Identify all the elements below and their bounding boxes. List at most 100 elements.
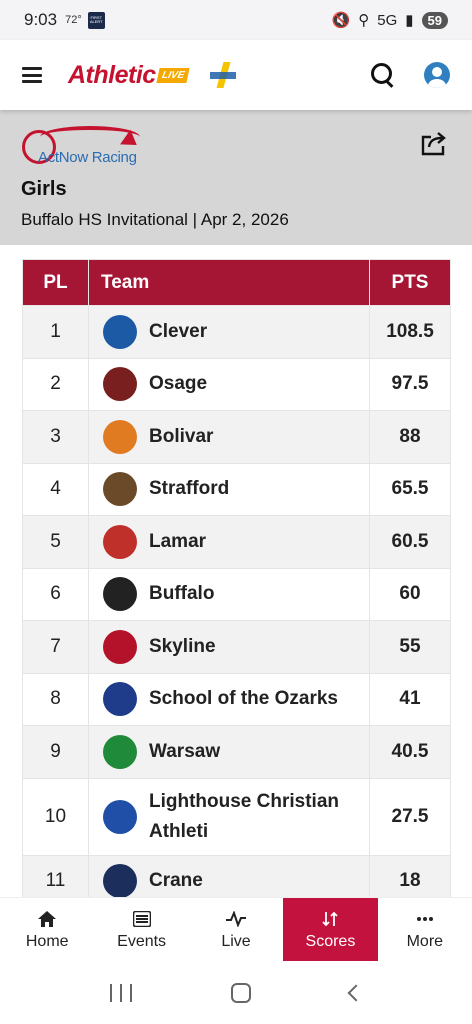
place-cell: 7 xyxy=(22,620,89,674)
column-header-team[interactable]: Team xyxy=(88,259,370,306)
event-banner: ActNow Racing Girls Buffalo HS Invitatio… xyxy=(0,110,472,245)
points-cell: 40.5 xyxy=(369,725,451,779)
table-row[interactable]: 5 Lamar 60.5 xyxy=(22,515,451,569)
team-name[interactable]: Lamar xyxy=(149,527,206,557)
team-cell[interactable]: Lamar xyxy=(88,515,370,569)
place-cell: 3 xyxy=(22,410,89,464)
points-cell: 41 xyxy=(369,672,451,726)
points-cell: 27.5 xyxy=(369,777,451,856)
nav-more[interactable]: More xyxy=(378,898,472,961)
status-bar: 9:03 72° FIRST ALERT 🔇 ⚲ 5G ▮ 59 xyxy=(0,0,472,40)
team-cell[interactable]: School of the Ozarks xyxy=(88,672,370,726)
team-logo-icon xyxy=(103,367,137,402)
team-cell[interactable]: Crane xyxy=(88,854,370,897)
points-cell: 108.5 xyxy=(369,305,451,359)
status-temperature: 72° xyxy=(65,14,82,26)
team-cell[interactable]: Clever xyxy=(88,305,370,359)
points-cell: 65.5 xyxy=(369,462,451,516)
nav-events[interactable]: Events xyxy=(94,898,188,961)
team-name[interactable]: Bolivar xyxy=(149,422,213,452)
athletic-live-logo[interactable]: Athletic LIVE xyxy=(68,55,190,95)
logo-live-badge: LIVE xyxy=(156,67,190,83)
team-name[interactable]: Osage xyxy=(149,369,207,399)
table-row[interactable]: 4 Strafford 65.5 xyxy=(22,462,451,516)
table-row[interactable]: 10 Lighthouse Christian Athleti 27.5 xyxy=(22,777,451,856)
team-name[interactable]: Buffalo xyxy=(149,579,214,609)
first-alert-icon: FIRST ALERT xyxy=(87,11,105,29)
home-button-icon[interactable] xyxy=(230,982,251,1003)
pulse-icon xyxy=(225,909,247,929)
sort-icon xyxy=(321,909,339,929)
team-logo-icon xyxy=(103,419,137,454)
points-cell: 88 xyxy=(369,410,451,464)
mute-icon: 🔇 xyxy=(331,12,351,29)
back-icon[interactable] xyxy=(347,984,365,1001)
status-time: 9:03 xyxy=(24,10,58,29)
team-logo-icon xyxy=(103,629,137,664)
team-logo-icon xyxy=(103,734,137,769)
account-icon[interactable] xyxy=(424,62,450,88)
team-cell[interactable]: Warsaw xyxy=(88,725,370,779)
team-logo-icon xyxy=(103,799,137,834)
team-name[interactable]: Lighthouse Christian Athleti xyxy=(149,787,369,847)
table-row[interactable]: 1 Clever 108.5 xyxy=(22,305,451,359)
place-cell: 2 xyxy=(22,357,89,411)
team-name[interactable]: Clever xyxy=(149,317,207,347)
share-icon[interactable] xyxy=(420,130,448,156)
nav-more-label: More xyxy=(406,932,444,950)
nav-live[interactable]: Live xyxy=(189,898,283,961)
points-cell: 18 xyxy=(369,854,451,897)
team-logo-icon xyxy=(103,524,137,559)
sponsor-logo[interactable]: ActNow Racing xyxy=(20,124,160,174)
more-dots-icon xyxy=(416,909,434,929)
status-indicators: 🔇 ⚲ 5G ▮ 59 xyxy=(332,11,448,29)
table-row[interactable]: 8 School of the Ozarks 41 xyxy=(22,672,451,726)
table-row[interactable]: 3 Bolivar 88 xyxy=(22,410,451,464)
nav-scores[interactable]: Scores xyxy=(283,898,378,961)
place-cell: 4 xyxy=(22,462,89,516)
team-name[interactable]: Skyline xyxy=(149,632,216,662)
table-row[interactable]: 2 Osage 97.5 xyxy=(22,357,451,411)
team-name[interactable]: Strafford xyxy=(149,474,229,504)
menu-icon[interactable] xyxy=(22,67,42,83)
results-table: PL Team PTS 1 Clever 108.5 2 Osage 97.5 3 Boliv… xyxy=(22,259,451,897)
points-cell: 97.5 xyxy=(369,357,451,411)
team-name[interactable]: Warsaw xyxy=(149,737,220,767)
team-name[interactable]: Crane xyxy=(149,866,203,896)
location-icon: ⚲ xyxy=(358,12,370,29)
column-header-place[interactable]: PL xyxy=(22,259,89,306)
team-cell[interactable]: Lighthouse Christian Athleti xyxy=(88,777,370,856)
home-icon xyxy=(37,909,57,929)
table-row[interactable]: 11 Crane 18 xyxy=(22,854,451,897)
table-row[interactable]: 7 Skyline 55 xyxy=(22,620,451,674)
signal-icon: ▮ xyxy=(405,12,414,29)
plus-logo-icon[interactable] xyxy=(209,62,236,88)
table-row[interactable]: 9 Warsaw 40.5 xyxy=(22,725,451,779)
team-cell[interactable]: Strafford xyxy=(88,462,370,516)
nav-scores-label: Scores xyxy=(305,932,356,950)
table-row[interactable]: 6 Buffalo 60 xyxy=(22,567,451,621)
column-header-points[interactable]: PTS xyxy=(369,259,451,306)
team-cell[interactable]: Skyline xyxy=(88,620,370,674)
sponsor-name: ActNow Racing xyxy=(38,149,137,166)
place-cell: 6 xyxy=(22,567,89,621)
team-cell[interactable]: Osage xyxy=(88,357,370,411)
system-navigation xyxy=(0,961,472,1024)
results-table-container[interactable]: PL Team PTS 1 Clever 108.5 2 Osage 97.5 3 Boliv… xyxy=(22,259,451,897)
logo-text: Athletic xyxy=(68,60,156,89)
nav-home[interactable]: Home xyxy=(0,898,94,961)
team-logo-icon xyxy=(103,864,137,897)
table-header-row: PL Team PTS xyxy=(22,259,451,306)
place-cell: 11 xyxy=(22,854,89,897)
team-cell[interactable]: Bolivar xyxy=(88,410,370,464)
gender-title: Girls xyxy=(21,178,67,200)
place-cell: 1 xyxy=(22,305,89,359)
place-cell: 9 xyxy=(22,725,89,779)
team-name[interactable]: School of the Ozarks xyxy=(149,684,338,714)
meet-info: Buffalo HS Invitational | Apr 2, 2026 xyxy=(21,210,289,229)
list-icon xyxy=(132,909,151,929)
points-cell: 55 xyxy=(369,620,451,674)
team-cell[interactable]: Buffalo xyxy=(88,567,370,621)
recent-apps-icon[interactable] xyxy=(109,983,132,1002)
search-icon[interactable] xyxy=(370,62,396,88)
